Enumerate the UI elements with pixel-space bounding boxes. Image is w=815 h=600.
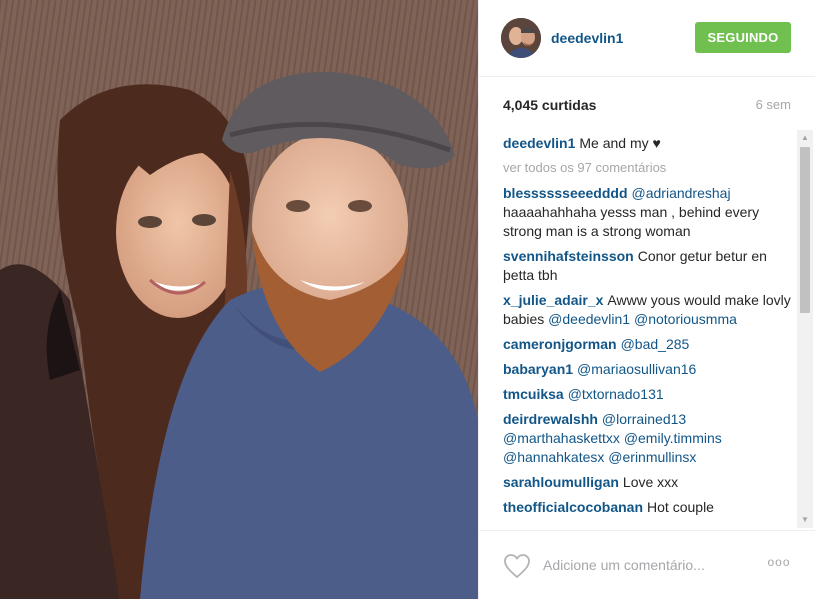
- mention-link[interactable]: @deedevlin1: [548, 311, 630, 327]
- scroll-up-arrow-icon[interactable]: ▲: [797, 130, 813, 146]
- comment-item: theofficialcocobanan Hot couple: [503, 498, 795, 517]
- following-button[interactable]: SEGUINDO: [695, 22, 791, 53]
- comments-list: deedevlin1 Me and my ♥ ver todos os 97 co…: [503, 134, 795, 530]
- comment-item: x_julie_adair_x Awww yous would make lovl…: [503, 291, 795, 329]
- comment-username[interactable]: sarahloumulligan: [503, 474, 619, 490]
- scrollbar-thumb[interactable]: [800, 147, 810, 313]
- comment-item: tmcuiksa @txtornado131: [503, 385, 795, 404]
- comment-item: babaryan1 @mariaosullivan16: [503, 360, 795, 379]
- comment-item: cameronjgorman @bad_285: [503, 335, 795, 354]
- photo-illustration: [0, 0, 478, 599]
- comment-text: Love xxx: [622, 474, 679, 490]
- username-link[interactable]: deedevlin1: [551, 30, 623, 46]
- avatar[interactable]: [501, 18, 541, 58]
- post-footer: ooo: [479, 530, 815, 600]
- heart-outline-icon[interactable]: [503, 553, 531, 579]
- post-photo[interactable]: [0, 0, 478, 599]
- mention-link[interactable]: @adriandreshaj: [632, 185, 731, 201]
- scroll-down-arrow-icon[interactable]: ▼: [797, 512, 813, 528]
- mention-link[interactable]: @erinmullinsx: [608, 449, 696, 465]
- likes-count[interactable]: 4,045 curtidas: [503, 97, 596, 113]
- post-details-panel: deedevlin1 SEGUINDO 4,045 curtidas 6 sem…: [478, 0, 815, 599]
- add-comment-input[interactable]: [541, 553, 755, 577]
- caption: deedevlin1 Me and my ♥: [503, 134, 795, 153]
- view-all-comments-link[interactable]: ver todos os 97 comentários: [503, 159, 795, 177]
- black-heart-icon: ♥: [652, 135, 661, 151]
- caption-text: Me and my: [579, 135, 649, 151]
- comment-items: blesssssseeedddd @adriandreshaj haaaahahh…: [503, 184, 795, 517]
- comment-username[interactable]: svennihafsteinsson: [503, 248, 634, 264]
- comment-username[interactable]: x_julie_adair_x: [503, 292, 603, 308]
- comment-username[interactable]: babaryan1: [503, 361, 573, 377]
- post-stats: 4,045 curtidas 6 sem: [503, 97, 791, 117]
- comment-item: sarahloumulligan Love xxx: [503, 473, 795, 492]
- comment-username[interactable]: theofficialcocobanan: [503, 499, 643, 515]
- post-header: deedevlin1 SEGUINDO: [479, 0, 815, 77]
- comment-username[interactable]: blesssssseeedddd: [503, 185, 628, 201]
- mention-link[interactable]: @bad_285: [621, 336, 690, 352]
- comment-item: svennihafsteinsson Conor getur betur en þ…: [503, 247, 795, 285]
- mention-link[interactable]: @hannahkatesx: [503, 449, 604, 465]
- avatar-image: [501, 18, 541, 58]
- mention-link[interactable]: @mariaosullivan16: [577, 361, 696, 377]
- comment-username[interactable]: tmcuiksa: [503, 386, 564, 402]
- mention-link[interactable]: @marthahaskettxx: [503, 430, 620, 446]
- comment-text: haaaahahhaha yesss man , behind every st…: [503, 204, 760, 239]
- comment-text: Hot couple: [647, 499, 714, 515]
- post-age[interactable]: 6 sem: [756, 97, 791, 112]
- comment-username[interactable]: cameronjgorman: [503, 336, 617, 352]
- mention-link[interactable]: @notoriousmma: [634, 311, 737, 327]
- instagram-post: deedevlin1 SEGUINDO 4,045 curtidas 6 sem…: [0, 0, 815, 599]
- mention-link[interactable]: @lorrained13: [602, 411, 686, 427]
- mention-link[interactable]: @emily.timmins: [624, 430, 722, 446]
- comment-username[interactable]: deirdrewalshh: [503, 411, 598, 427]
- comment-item: deirdrewalshh @lorrained13 @marthahaskett…: [503, 410, 795, 467]
- caption-username[interactable]: deedevlin1: [503, 135, 575, 151]
- comment-item: blesssssseeedddd @adriandreshaj haaaahahh…: [503, 184, 795, 241]
- more-options-icon[interactable]: ooo: [765, 555, 793, 571]
- mention-link[interactable]: @txtornado131: [568, 386, 664, 402]
- comments-scrollbar[interactable]: ▲ ▼: [797, 130, 813, 528]
